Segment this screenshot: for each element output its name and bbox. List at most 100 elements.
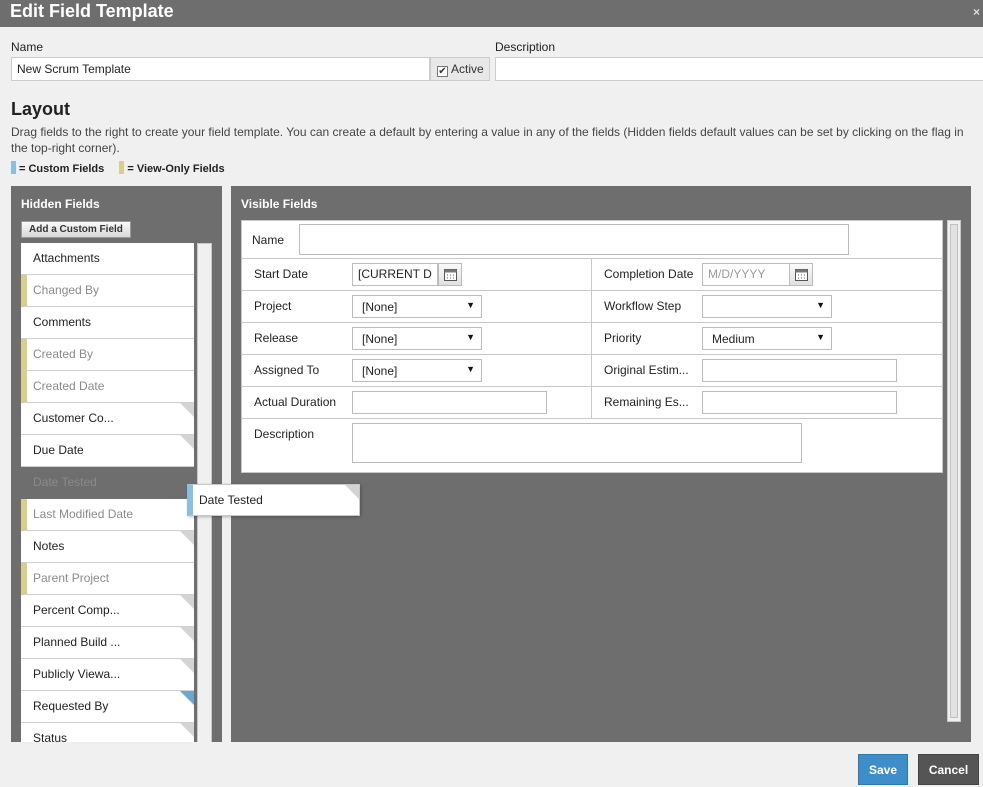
cancel-button[interactable]: Cancel [918, 754, 979, 785]
field-label-description: Description [254, 427, 315, 441]
hidden-field-item[interactable]: Parent Project [21, 563, 194, 595]
field-label-start-date: Start Date [254, 267, 309, 281]
visible-fields-heading: Visible Fields [241, 197, 318, 211]
description-textarea[interactable] [352, 423, 802, 463]
visible-fields-panel: Visible Fields Name Start Date [CURRENT … [231, 186, 971, 742]
hidden-field-item[interactable]: Created Date [21, 371, 194, 403]
assigned-to-select-value: [None] [362, 364, 398, 378]
visible-fields-scrollbar[interactable] [947, 220, 961, 722]
field-label-priority: Priority [604, 331, 642, 345]
hidden-field-label: Customer Co... [33, 411, 114, 425]
hidden-field-item[interactable]: Status [21, 723, 194, 742]
field-row-description: Description [242, 419, 942, 472]
hidden-field-label: Last Modified Date [33, 507, 134, 521]
project-select[interactable]: [None] ▼ [352, 295, 482, 318]
save-button[interactable]: Save [858, 754, 908, 785]
description-input[interactable] [495, 57, 983, 81]
hidden-field-item[interactable]: Customer Co... [21, 403, 194, 435]
hidden-field-item[interactable]: Attachments [21, 243, 194, 275]
remaining-estimate-field[interactable] [702, 391, 897, 414]
priority-select[interactable]: Medium ▼ [702, 327, 832, 350]
flag-icon[interactable] [180, 435, 194, 449]
assigned-to-select[interactable]: [None] ▼ [352, 359, 482, 382]
active-checkbox[interactable]: ✔ Active [430, 57, 490, 81]
calendar-icon [795, 269, 808, 281]
drag-ghost-date-tested[interactable]: Date Tested [187, 484, 360, 516]
custom-field-swatch [11, 161, 16, 174]
active-label: Active [451, 62, 484, 76]
dropdown-arrow-icon: ▼ [816, 300, 825, 310]
start-date-calendar-button[interactable] [438, 263, 462, 286]
hidden-fields-heading: Hidden Fields [21, 197, 100, 211]
hidden-field-item[interactable]: Date Tested [21, 467, 194, 499]
add-custom-field-button[interactable]: Add a Custom Field [21, 221, 131, 238]
hidden-field-label: Publicly Viewa... [33, 667, 121, 681]
hidden-field-item[interactable]: Created By [21, 339, 194, 371]
name-input[interactable] [11, 57, 430, 81]
hidden-field-label: Parent Project [33, 571, 110, 585]
completion-date-calendar-button[interactable] [789, 263, 813, 286]
field-label-release: Release [254, 331, 299, 345]
hidden-field-item[interactable]: Notes [21, 531, 194, 563]
hidden-fields-panel: Hidden Fields Add a Custom Field Attachm… [11, 186, 222, 742]
hidden-field-label: Comments [33, 315, 92, 329]
hidden-field-label: Requested By [33, 699, 109, 713]
field-row-name: Name [242, 221, 942, 259]
field-label-assigned-to: Assigned To [254, 363, 320, 377]
hidden-field-item[interactable]: Requested By [21, 691, 194, 723]
field-row-release: Release [None] ▼ Priority Medium ▼ [242, 323, 942, 355]
actual-duration-field[interactable] [352, 391, 547, 414]
hidden-field-item[interactable]: Publicly Viewa... [21, 659, 194, 691]
drag-ghost-label: Date Tested [199, 493, 263, 507]
hidden-field-item[interactable]: Changed By [21, 275, 194, 307]
hidden-field-item[interactable]: Due Date [21, 435, 194, 467]
hidden-field-item[interactable]: Comments [21, 307, 194, 339]
hidden-field-item[interactable]: Percent Comp... [21, 595, 194, 627]
layout-help-text: Drag fields to the right to create your … [11, 125, 964, 155]
flag-icon[interactable] [180, 723, 194, 737]
hidden-field-label: Date Tested [33, 475, 97, 489]
completion-date-field[interactable]: M/D/YYYY [702, 263, 790, 286]
field-label-actual-duration: Actual Duration [254, 395, 337, 409]
workflow-step-select[interactable]: ▼ [702, 295, 832, 318]
flag-icon[interactable] [345, 485, 359, 499]
original-estimate-field[interactable] [702, 359, 897, 382]
legend: = Custom Fields = View-Only Fields [11, 161, 225, 175]
project-select-value: [None] [362, 300, 398, 314]
name-field[interactable] [299, 224, 849, 255]
field-row-duration: Actual Duration Remaining Es... [242, 387, 942, 419]
field-label-workflow-step: Workflow Step [604, 299, 682, 313]
flag-icon[interactable] [180, 531, 194, 545]
flag-icon[interactable] [180, 403, 194, 417]
scrollbar-thumb[interactable] [950, 224, 958, 718]
dropdown-arrow-icon: ▼ [466, 300, 475, 310]
dropdown-arrow-icon: ▼ [466, 364, 475, 374]
start-date-field[interactable]: [CURRENT D [352, 263, 438, 286]
close-icon[interactable]: × [973, 5, 980, 19]
hidden-fields-list: Attachments Changed By Comments Created By C… [21, 243, 194, 742]
hidden-field-label: Created By [33, 347, 94, 361]
release-select[interactable]: [None] ▼ [352, 327, 482, 350]
hidden-field-label: Notes [33, 539, 65, 553]
dialog-title: Edit Field Template [10, 1, 174, 21]
visible-fields-grid: Name Start Date [CURRENT D Completion Da… [241, 220, 943, 473]
dropdown-arrow-icon: ▼ [816, 332, 825, 342]
legend-custom-label: = Custom Fields [19, 163, 105, 175]
viewonly-field-swatch [119, 161, 125, 174]
flag-icon[interactable] [180, 595, 194, 609]
hidden-field-item[interactable]: Planned Build ... [21, 627, 194, 659]
flag-icon[interactable] [180, 627, 194, 641]
hidden-field-label: Created Date [33, 379, 105, 393]
flag-icon[interactable] [180, 691, 194, 705]
hidden-field-label: Status [33, 731, 68, 742]
calendar-icon [444, 269, 457, 281]
priority-select-value: Medium [712, 332, 755, 346]
description-label: Description [495, 40, 556, 54]
dialog-titlebar: Edit Field Template × [0, 0, 983, 27]
hidden-field-label: Changed By [33, 283, 100, 297]
hidden-field-item[interactable]: Last Modified Date [21, 499, 194, 531]
checkmark-icon: ✔ [437, 66, 448, 77]
flag-icon[interactable] [180, 659, 194, 673]
field-label-name: Name [252, 233, 285, 247]
release-select-value: [None] [362, 332, 398, 346]
